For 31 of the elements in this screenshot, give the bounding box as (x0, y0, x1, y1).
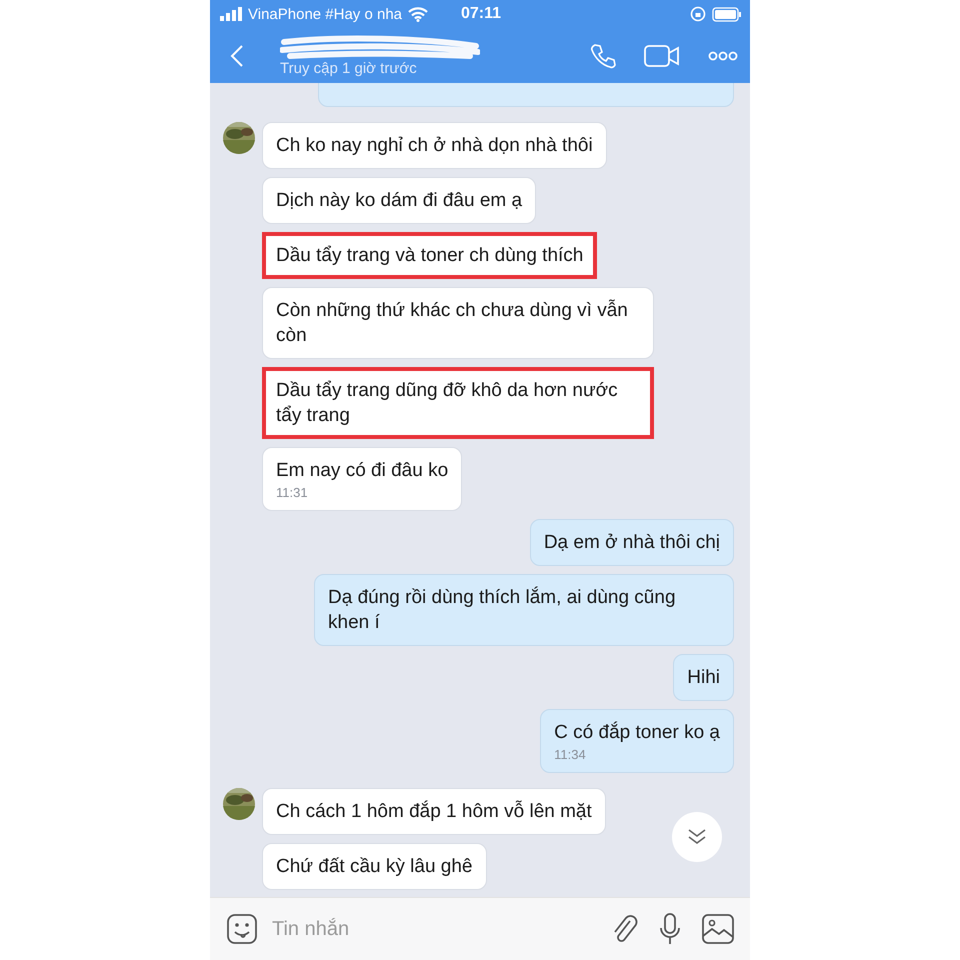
message-text: Em nay có đi đâu ko (276, 459, 448, 483)
phone-icon[interactable] (590, 42, 616, 68)
message-text: Dạ em ở nhà thôi chị (544, 531, 720, 555)
message-text: Ch ko nay nghỉ ch ở nhà dọn nhà thôi (276, 134, 593, 158)
message-text: Còn những thứ khác ch chưa dùng vì vẫn còn (276, 298, 629, 348)
rotation-lock-icon (690, 6, 706, 22)
message-input[interactable]: Tin nhắn (270, 916, 590, 942)
message-text: Dịch này ko dám đi đâu em ạ (276, 189, 522, 213)
clock: 07:11 (460, 5, 502, 23)
message-time: 11:34 (554, 747, 587, 762)
message-text: Ch cách 1 hôm đắp 1 hôm vỗ lên mặt (276, 800, 592, 824)
message-text: Dầu tẩy trang dũng đỡ khô da hơn nước tẩy trang (276, 379, 619, 428)
back-icon[interactable] (230, 44, 244, 68)
wifi-icon (408, 6, 428, 22)
carrier-name: VinaPhone #Hay o nha (248, 6, 402, 22)
message-text: Dạ đúng rồi dùng thích lắm, ai dùng cũng khen í (328, 586, 677, 635)
last-seen-text: Truy cập 1 giờ trước (280, 60, 417, 77)
chevron-down-icon (687, 828, 707, 846)
battery-icon (712, 6, 742, 22)
sticker-icon[interactable] (226, 913, 258, 946)
message-text: Chứ đất cầu kỳ lâu ghê (276, 855, 473, 879)
message-text: Dầu tẩy trang và toner ch dùng thích (276, 244, 584, 268)
image-icon[interactable] (702, 914, 734, 944)
microphone-icon[interactable] (660, 913, 680, 946)
signal-icon (220, 7, 242, 21)
scroll-down-button[interactable] (672, 812, 722, 862)
message-time: 11:31 (276, 485, 309, 500)
message-text: C có đắp toner ko ạ (554, 720, 720, 745)
message-text: Hihi (687, 666, 720, 690)
more-icon[interactable] (708, 50, 738, 60)
video-call-icon[interactable] (644, 44, 680, 68)
